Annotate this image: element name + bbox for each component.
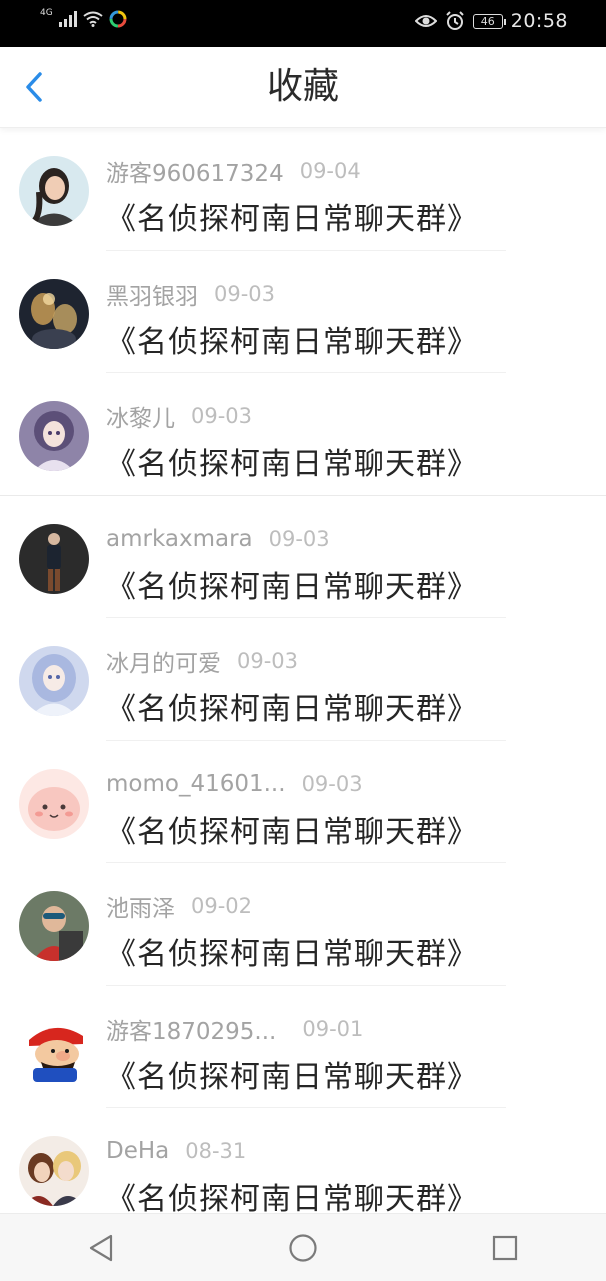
app-notification-icon	[109, 10, 127, 28]
avatar[interactable]	[19, 401, 89, 471]
item-content[interactable]: 《名侦探柯南日常聊天群》	[106, 194, 478, 238]
avatar[interactable]	[19, 1136, 89, 1206]
item-content[interactable]: 《名侦探柯南日常聊天群》	[106, 562, 478, 606]
avatar[interactable]	[19, 278, 89, 349]
status-left: 4G	[40, 8, 127, 28]
date: 09-03	[301, 771, 363, 796]
avatar[interactable]	[19, 891, 89, 961]
list-item[interactable]: 冰黎儿 09-03 《名侦探柯南日常聊天群》	[0, 373, 606, 496]
username[interactable]: momo_41601...	[106, 771, 286, 797]
date: 09-01	[302, 1016, 364, 1041]
avatar[interactable]	[19, 156, 89, 226]
date: 09-03	[237, 649, 299, 673]
triangle-back-icon	[89, 1234, 113, 1261]
status-right: 46 20:58	[414, 10, 568, 32]
battery-icon: 46	[472, 13, 506, 29]
username[interactable]: 冰黎儿	[106, 399, 175, 433]
item-meta: 池雨泽 09-02	[106, 889, 253, 923]
item-meta: 游客1870295... 09-01	[106, 1012, 364, 1046]
square-recents-icon	[492, 1235, 518, 1260]
list-item[interactable]: 冰月的可爱 09-03 《名侦探柯南日常聊天群》	[0, 618, 606, 741]
item-content[interactable]: 《名侦探柯南日常聊天群》	[106, 807, 478, 851]
nav-back-button[interactable]	[71, 1218, 131, 1278]
username[interactable]: 冰月的可爱	[106, 644, 221, 678]
signal-icon	[58, 11, 77, 27]
system-nav-bar	[0, 1213, 606, 1281]
app-header: 收藏	[0, 47, 606, 128]
username[interactable]: 游客960617324	[106, 154, 284, 188]
list-item[interactable]: DeHa 08-31 《名侦探柯南日常聊天群》	[0, 1108, 606, 1213]
avatar[interactable]	[19, 523, 89, 594]
circle-home-icon	[289, 1233, 317, 1262]
item-meta: 冰黎儿 09-03	[106, 399, 253, 433]
nav-recents-button[interactable]	[475, 1218, 535, 1278]
item-meta: 冰月的可爱 09-03	[106, 644, 299, 678]
username[interactable]: 黑羽银羽	[106, 277, 198, 311]
item-content[interactable]: 《名侦探柯南日常聊天群》	[106, 684, 478, 728]
list-item[interactable]: 游客1870295... 09-01 《名侦探柯南日常聊天群》	[0, 986, 606, 1108]
item-content[interactable]: 《名侦探柯南日常聊天群》	[106, 1052, 478, 1096]
item-content[interactable]: 《名侦探柯南日常聊天群》	[106, 1174, 478, 1213]
username[interactable]: amrkaxmara	[106, 526, 253, 552]
username[interactable]: 游客1870295...	[106, 1012, 276, 1046]
favorites-list: 游客960617324 09-04 《名侦探柯南日常聊天群》 黑羽银羽 09-0…	[0, 128, 606, 1213]
item-meta: amrkaxmara 09-03	[106, 524, 330, 554]
avatar[interactable]	[19, 768, 89, 839]
battery-level: 46	[480, 14, 495, 28]
nav-home-button[interactable]	[273, 1218, 333, 1278]
username[interactable]: DeHa	[106, 1138, 169, 1164]
item-meta: momo_41601... 09-03	[106, 769, 363, 799]
list-item[interactable]: 游客960617324 09-04 《名侦探柯南日常聊天群》	[0, 128, 606, 251]
item-content[interactable]: 《名侦探柯南日常聊天群》	[106, 929, 478, 973]
item-content[interactable]: 《名侦探柯南日常聊天群》	[106, 439, 478, 483]
alarm-icon	[446, 11, 464, 30]
avatar[interactable]	[19, 1013, 89, 1084]
date: 08-31	[185, 1139, 247, 1163]
item-content[interactable]: 《名侦探柯南日常聊天群》	[106, 317, 478, 361]
clock: 20:58	[510, 10, 568, 32]
avatar[interactable]	[19, 646, 89, 716]
item-meta: DeHa 08-31	[106, 1136, 246, 1166]
list-item[interactable]: amrkaxmara 09-03 《名侦探柯南日常聊天群》	[0, 496, 606, 618]
date: 09-02	[191, 894, 253, 918]
page-title: 收藏	[266, 66, 339, 107]
date: 09-03	[214, 281, 276, 306]
list-item[interactable]: 黑羽银羽 09-03 《名侦探柯南日常聊天群》	[0, 251, 606, 373]
list-item[interactable]: momo_41601... 09-03 《名侦探柯南日常聊天群》	[0, 741, 606, 863]
date: 09-03	[268, 526, 330, 551]
back-button[interactable]	[14, 67, 54, 107]
wifi-icon	[83, 11, 103, 27]
item-meta: 黑羽银羽 09-03	[106, 277, 276, 311]
eye-icon	[414, 15, 437, 27]
chevron-left-icon	[26, 72, 42, 102]
date: 09-03	[191, 404, 253, 428]
status-bar: 4G 46 20:58	[0, 0, 606, 47]
item-meta: 游客960617324 09-04	[106, 154, 361, 188]
username[interactable]: 池雨泽	[106, 889, 175, 923]
list-item[interactable]: 池雨泽 09-02 《名侦探柯南日常聊天群》	[0, 863, 606, 986]
network-type: 4G	[40, 8, 53, 18]
date: 09-04	[299, 159, 361, 183]
